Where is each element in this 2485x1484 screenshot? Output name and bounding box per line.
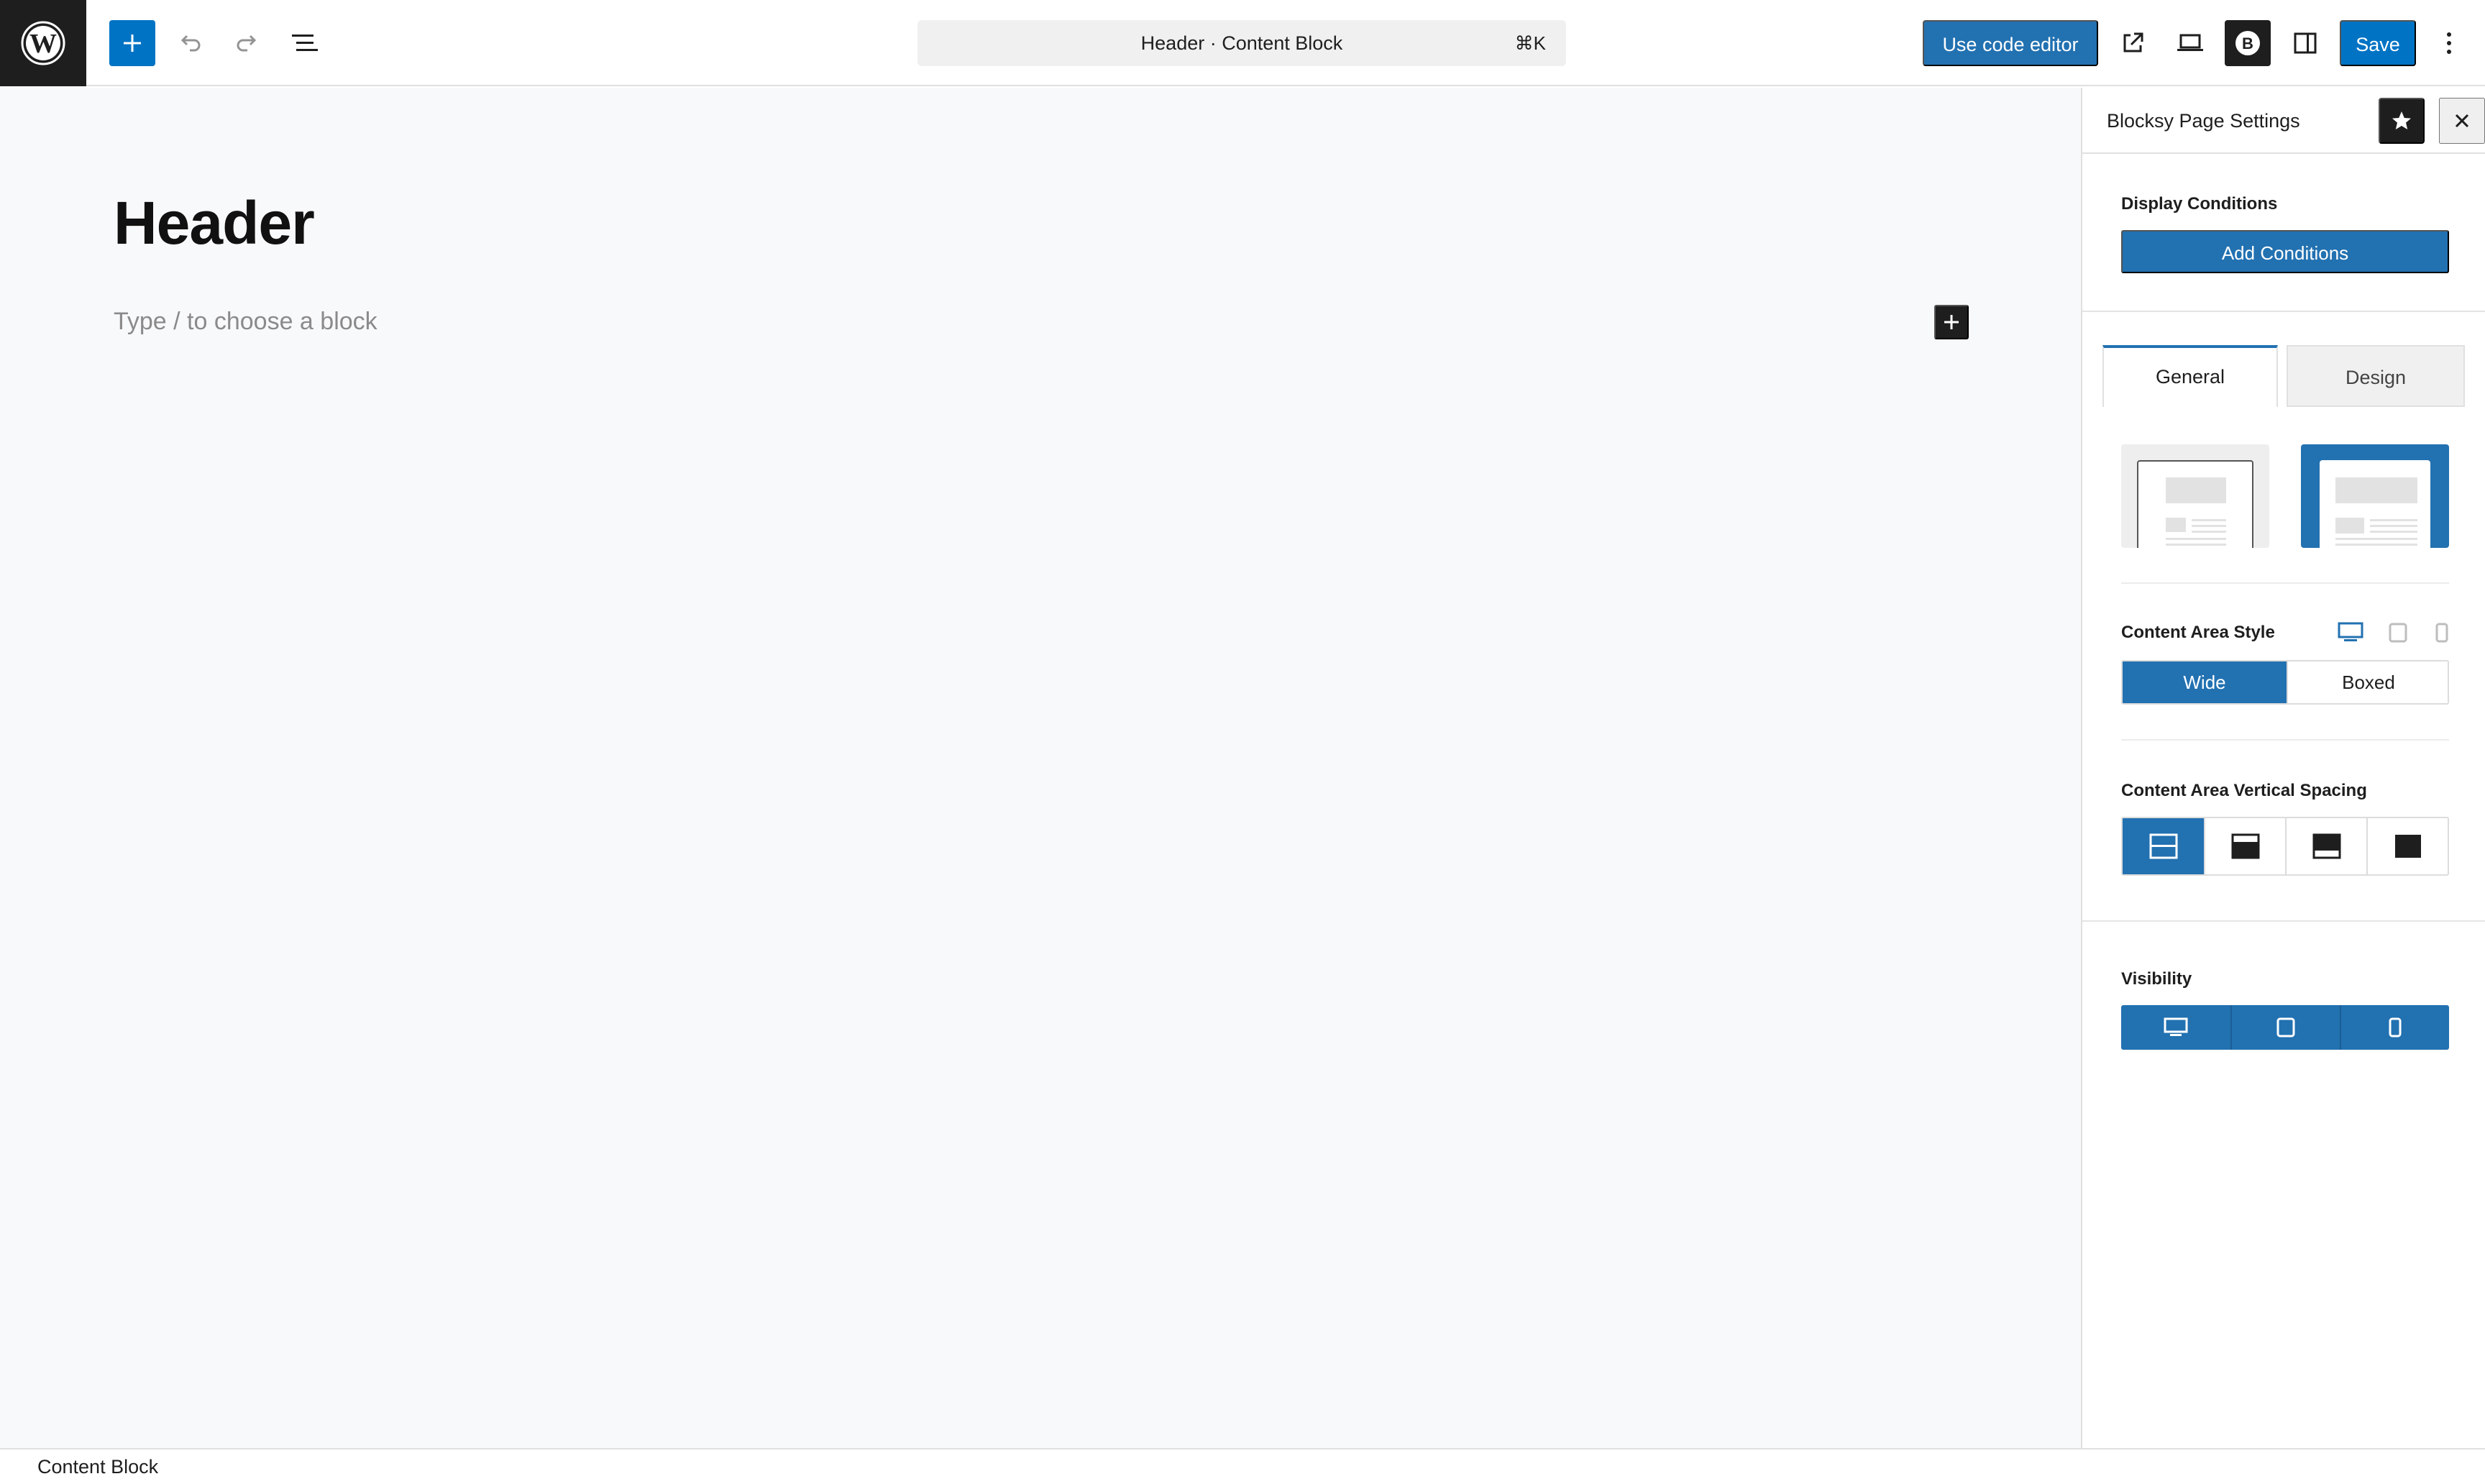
settings-sidebar: Blocksy Page Settings Display Conditions… [2081, 88, 2485, 1448]
save-button[interactable]: Save [2340, 20, 2416, 66]
undo-icon [180, 35, 201, 52]
options-menu-button[interactable] [2426, 20, 2472, 66]
sidebar-header: Blocksy Page Settings [2082, 88, 2485, 154]
external-link-icon [2123, 32, 2143, 52]
undo-button[interactable] [167, 20, 213, 66]
add-conditions-button[interactable]: Add Conditions [2121, 230, 2449, 273]
vertical-spacing-label: Content Area Vertical Spacing [2121, 781, 2367, 800]
close-icon [2455, 114, 2469, 128]
editor-footer: Content Block [0, 1448, 2485, 1484]
spacing-top-icon [2231, 833, 2259, 859]
layout-preview [2320, 460, 2430, 548]
svg-text:W: W [29, 29, 57, 59]
svg-text:B: B [2242, 35, 2253, 52]
visibility-toggle [2121, 1005, 2449, 1050]
editor-header: W Header · Content Block ⌘K Use code edi… [0, 0, 2485, 86]
blocksy-settings-button[interactable]: B [2225, 20, 2271, 66]
tablet-icon [2276, 1017, 2295, 1038]
redo-icon [237, 35, 257, 52]
visibility-desktop-button[interactable] [2121, 1005, 2230, 1050]
divider [2121, 739, 2449, 741]
wordpress-logo-icon[interactable]: W [0, 0, 86, 86]
use-code-editor-button[interactable]: Use code editor [1923, 20, 2098, 66]
desktop-icon[interactable] [2337, 621, 2364, 643]
star-icon [2392, 111, 2411, 129]
sidebar-title: Blocksy Page Settings [2107, 110, 2300, 132]
settings-sidebar-toggle[interactable] [2282, 20, 2328, 66]
laptop-icon [2177, 34, 2203, 51]
visibility-tablet-button[interactable] [2230, 1005, 2340, 1050]
plus-icon [124, 35, 141, 52]
visibility-mobile-button[interactable] [2340, 1005, 2449, 1050]
content-area-style-label: Content Area Style [2121, 623, 2275, 642]
vertical-spacing-options [2121, 817, 2449, 876]
tablet-icon[interactable] [2389, 623, 2407, 643]
list-view-icon [292, 35, 318, 51]
blocksy-b-icon: B [2235, 31, 2260, 55]
divider [2121, 582, 2449, 584]
spacing-bottom-option[interactable] [2285, 818, 2366, 874]
content-area-style-toggle: Wide Boxed [2121, 660, 2449, 705]
wide-option[interactable]: Wide [2123, 661, 2287, 703]
kebab-menu-icon [2447, 32, 2451, 54]
document-overview-button[interactable] [282, 20, 328, 66]
divider [2082, 920, 2485, 922]
spacing-both-icon [2149, 833, 2177, 859]
mobile-icon[interactable] [2435, 623, 2449, 643]
spacing-top-bottom-option[interactable] [2123, 818, 2204, 874]
spacing-top-option[interactable] [2204, 818, 2285, 874]
view-page-button[interactable] [2110, 20, 2156, 66]
block-appender-placeholder[interactable]: Type / to choose a block [114, 308, 377, 336]
tab-general[interactable]: General [2102, 345, 2278, 407]
post-title[interactable]: Header [114, 188, 315, 258]
divider [2082, 311, 2485, 312]
boxed-option[interactable]: Boxed [2287, 661, 2448, 703]
spacing-none-option[interactable] [2366, 818, 2448, 874]
mobile-icon [2389, 1017, 2402, 1038]
close-sidebar-button[interactable] [2439, 98, 2485, 144]
layout-option-normal[interactable] [2121, 444, 2269, 548]
display-conditions-label: Display Conditions [2121, 194, 2278, 214]
sidebar-toggle-icon [2294, 32, 2317, 54]
plus-icon [1944, 315, 1959, 329]
block-breadcrumb[interactable]: Content Block [37, 1449, 158, 1484]
settings-tabs: General Design [2102, 345, 2465, 407]
command-palette-bar[interactable]: Header · Content Block ⌘K [917, 20, 1566, 66]
device-preview-button[interactable] [2167, 20, 2213, 66]
responsive-device-switch [2337, 620, 2452, 644]
editor-canvas[interactable]: Header Type / to choose a block [0, 88, 2081, 1448]
document-title: Header · Content Block [1140, 32, 1343, 54]
pin-button[interactable] [2379, 98, 2425, 144]
layout-preview [2137, 460, 2253, 548]
redo-button[interactable] [224, 20, 270, 66]
add-block-button[interactable] [109, 20, 155, 66]
tab-design[interactable]: Design [2287, 345, 2465, 407]
spacing-none-icon [2394, 835, 2421, 858]
inline-add-block-button[interactable] [1934, 305, 1969, 339]
visibility-label: Visibility [2121, 969, 2192, 989]
desktop-icon [2164, 1017, 2188, 1036]
command-shortcut: ⌘K [1514, 32, 1546, 54]
spacing-bottom-icon [2312, 833, 2340, 859]
layout-option-narrow[interactable] [2301, 444, 2449, 548]
block-editor: W Header · Content Block ⌘K Use code edi… [0, 0, 2485, 1484]
